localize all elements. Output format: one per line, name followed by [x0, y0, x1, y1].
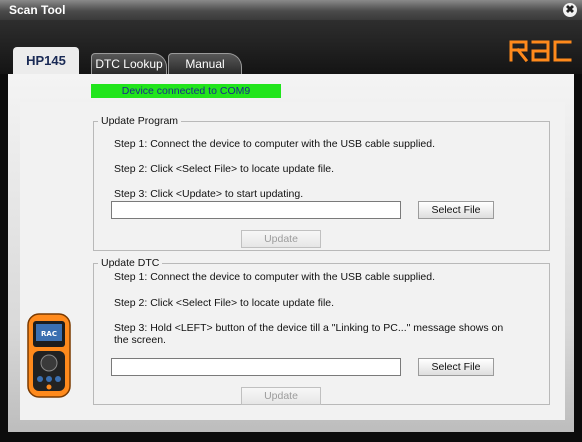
connection-status-badge: Device connected to COM9 [91, 84, 281, 98]
obd-scanner-device-icon: RAC [27, 313, 71, 398]
update-dtc-step-3-line-2: the screen. [114, 334, 166, 346]
update-dtc-select-file-button[interactable]: Select File [418, 358, 494, 376]
update-program-legend: Update Program [101, 115, 179, 127]
device-screen-label: RAC [41, 330, 57, 338]
content-area: Update Program Step 1: Connect the devic… [20, 102, 565, 420]
close-icon[interactable]: ✖ [563, 3, 577, 17]
update-dtc-step-3-line-1: Step 3: Hold <LEFT> button of the device… [114, 322, 504, 334]
title-bar: Scan Tool ✖ [0, 0, 582, 20]
rac-logo [509, 40, 572, 62]
tab-manual[interactable]: Manual [168, 53, 242, 74]
update-dtc-group: Update DTC Step 1: Connect the device to… [93, 257, 550, 405]
update-dtc-update-button[interactable]: Update [241, 387, 321, 405]
scan-tool-window: Scan Tool ✖ HP145 DTC Lookup Manual Devi… [0, 0, 582, 442]
update-program-step-3: Step 3: Click <Update> to start updating… [114, 188, 304, 200]
tab-hp145[interactable]: HP145 [13, 47, 79, 75]
update-dtc-step-1: Step 1: Connect the device to computer w… [114, 271, 436, 283]
update-program-file-path-field[interactable] [111, 201, 401, 219]
window-title: Scan Tool [9, 3, 66, 17]
update-dtc-file-path-field[interactable] [111, 358, 401, 376]
update-dtc-step-2: Step 2: Click <Select File> to locate up… [114, 297, 335, 309]
update-program-group: Update Program Step 1: Connect the devic… [93, 115, 550, 251]
update-program-select-file-button[interactable]: Select File [418, 201, 494, 219]
update-program-update-button[interactable]: Update [241, 230, 321, 248]
update-program-step-2: Step 2: Click <Select File> to locate up… [114, 163, 335, 175]
tab-dtc-lookup[interactable]: DTC Lookup [91, 53, 167, 74]
update-program-step-1: Step 1: Connect the device to computer w… [114, 138, 436, 150]
header-bar [0, 20, 582, 74]
update-dtc-legend: Update DTC [101, 257, 160, 269]
